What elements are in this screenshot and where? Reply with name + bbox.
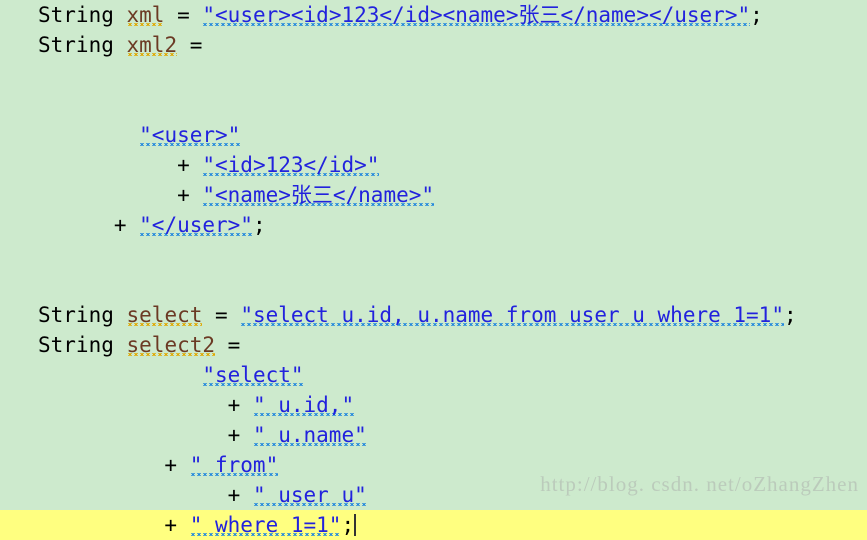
code-line[interactable]: + " user u" [0,480,867,510]
code-token: + [38,153,203,177]
string-literal-token: "<user><id>123</id><name>张三</name></user… [202,3,751,27]
code-token: + [38,423,253,447]
code-line[interactable]: String select2 = [0,330,867,360]
code-token: String [38,333,127,357]
code-line[interactable]: + " from" [0,450,867,480]
code-line[interactable]: String xml2 = [0,30,867,60]
code-token: ; [252,213,266,237]
variable-name-token: select [126,303,203,327]
variable-name-token: select2 [126,333,216,357]
string-literal-token: "</user>" [139,213,253,237]
code-token: + [38,213,140,237]
code-token: + [38,453,190,477]
code-token: ; [341,513,355,537]
variable-name-token: xml2 [126,33,178,57]
code-line[interactable]: String xml = "<user><id>123</id><name>张三… [0,0,867,30]
string-literal-token: "select u.id, u.name from user u where 1… [240,303,784,327]
code-token: String [38,33,127,57]
code-line[interactable]: "<user>" [0,120,867,150]
code-token: = [177,33,203,57]
string-literal-token: "select" [202,363,304,387]
code-line[interactable]: "select" [0,360,867,390]
code-line[interactable]: + "<id>123</id>" [0,150,867,180]
code-line[interactable]: + "</user>"; [0,210,867,240]
string-literal-token: "<user>" [139,123,241,147]
code-line[interactable]: + " u.id," [0,390,867,420]
text-caret [354,514,357,536]
code-token: String [38,3,127,27]
code-line[interactable] [0,270,867,300]
code-line[interactable]: + "<name>张三</name>" [0,180,867,210]
code-line[interactable] [0,60,867,90]
code-line[interactable]: + " u.name" [0,420,867,450]
code-editor[interactable]: String xml = "<user><id>123</id><name>张三… [0,0,867,540]
code-text-area[interactable]: String xml = "<user><id>123</id><name>张三… [0,0,867,540]
code-token: + [38,513,190,537]
code-token: ; [750,3,763,27]
string-literal-token: "<id>123</id>" [202,153,380,177]
string-literal-token: " where 1=1" [189,513,342,537]
code-token: = [164,3,203,27]
code-token: + [38,393,253,417]
code-line[interactable]: String select = "select u.id, u.name fro… [0,300,867,330]
variable-name-token: xml [126,3,165,27]
string-literal-token: "<name>张三</name>" [202,183,435,207]
code-line[interactable] [0,90,867,120]
code-token: + [38,183,203,207]
string-literal-token: " from" [189,453,279,477]
string-literal-token: " user u" [252,483,367,507]
string-literal-token: " u.id," [252,393,355,417]
code-line[interactable] [0,240,867,270]
code-token: = [202,303,241,327]
code-token: + [38,483,253,507]
string-literal-token: " u.name" [252,423,367,447]
code-line-current[interactable]: + " where 1=1"; [0,510,867,540]
code-token: = [215,333,241,357]
code-token: String [38,303,127,327]
code-token: ; [783,303,797,327]
